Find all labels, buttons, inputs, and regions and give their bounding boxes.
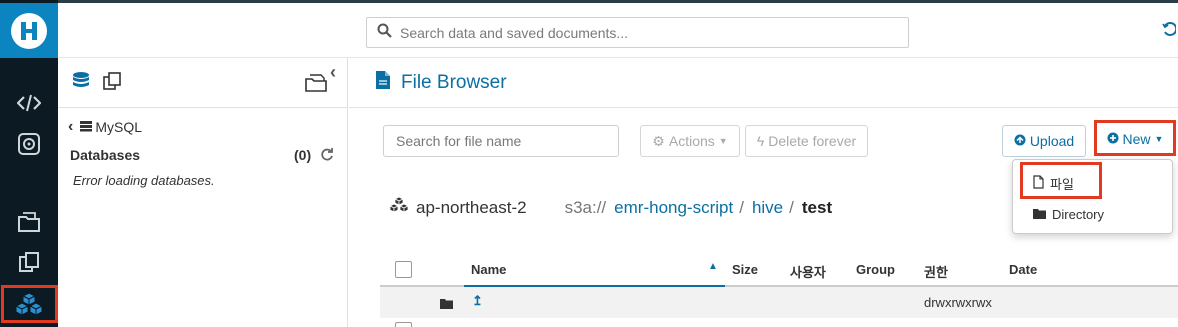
databases-error-text: Error loading databases.: [73, 173, 215, 188]
row-permissions: drwxrwxrwx: [924, 295, 992, 310]
collapse-panel-icon[interactable]: ‹: [330, 62, 336, 83]
caret-down-icon: ▼: [718, 136, 728, 146]
hue-logo[interactable]: [0, 3, 58, 58]
server-icon: [79, 119, 93, 135]
upload-button[interactable]: Upload: [1002, 125, 1086, 157]
refresh-icon[interactable]: [320, 147, 334, 166]
column-header-group[interactable]: Group: [856, 262, 895, 277]
select-all-checkbox[interactable]: [395, 261, 412, 278]
chevron-left-icon: ‹: [68, 118, 74, 135]
new-button-highlight: [1094, 120, 1176, 156]
file-icon: [375, 70, 391, 95]
bucket-cubes-icon: [388, 196, 410, 219]
delete-forever-button[interactable]: ϟ Delete forever: [745, 125, 868, 157]
global-search[interactable]: [366, 17, 909, 48]
column-header-name[interactable]: Name: [471, 262, 506, 277]
folder-open-icon[interactable]: [304, 71, 328, 98]
actions-button[interactable]: ⚙ Actions ▼: [640, 125, 740, 157]
page-title: File Browser: [401, 71, 507, 93]
scheme-label: s3a://: [564, 197, 607, 217]
databases-count: (0): [294, 147, 312, 163]
top-header: [58, 3, 1178, 58]
bolt-icon: ϟ: [756, 133, 765, 149]
folder-icon: [1033, 207, 1046, 222]
new-directory-label: Directory: [1052, 206, 1105, 222]
divider: [349, 107, 1178, 108]
assist-panel: [58, 58, 348, 327]
breadcrumb-item[interactable]: emr-hong-script: [614, 198, 733, 218]
database-icon[interactable]: [72, 71, 90, 96]
nav-highlight-box: [1, 285, 58, 323]
upload-circle-icon: [1014, 133, 1026, 149]
documents-tab-icon[interactable]: [102, 71, 122, 96]
folder-icon: [440, 296, 453, 314]
breadcrumb-item[interactable]: hive: [752, 198, 783, 218]
gear-icon: ⚙: [652, 132, 665, 149]
assist-tabs: [58, 58, 348, 108]
actions-label: Actions: [668, 133, 715, 149]
new-directory-menu-item[interactable]: Directory: [1013, 200, 1174, 228]
breadcrumb-separator: /: [789, 197, 794, 217]
left-navigation: [0, 0, 58, 327]
column-header-size[interactable]: Size: [732, 262, 758, 277]
editor-icon[interactable]: [0, 86, 58, 120]
file-item-highlight: [1020, 162, 1102, 199]
search-input[interactable]: [400, 24, 880, 41]
history-icon[interactable]: [1162, 21, 1178, 42]
breadcrumb: ap-northeast-2 s3a:// emr-hong-script / …: [388, 196, 832, 219]
page-header: File Browser: [375, 70, 507, 95]
table-row[interactable]: ↥ drwxrwxrwx: [380, 287, 1178, 318]
breadcrumb-current: test: [801, 197, 833, 217]
breadcrumb-separator: /: [739, 197, 744, 217]
column-header-permissions[interactable]: 권한: [924, 262, 948, 281]
logo-icon: [11, 12, 47, 49]
sort-asc-icon[interactable]: ▲: [708, 261, 718, 272]
databases-heading: Databases: [70, 147, 141, 163]
parent-directory-icon[interactable]: ↥: [472, 293, 483, 309]
delete-label: Delete forever: [768, 133, 857, 149]
file-search-input[interactable]: [383, 125, 619, 157]
region-label: ap-northeast-2: [416, 197, 527, 217]
jobs-icon[interactable]: [0, 127, 58, 161]
database-source-label: MySQL: [95, 119, 143, 135]
column-header-date[interactable]: Date: [1009, 262, 1037, 277]
database-back[interactable]: ‹ MySQL: [68, 118, 142, 136]
search-icon: [377, 23, 392, 43]
file-table-header: Name ▲ Size 사용자 Group 권한 Date: [380, 253, 1178, 287]
upload-label: Upload: [1029, 133, 1075, 149]
row-checkbox[interactable]: [395, 322, 412, 327]
documents-icon[interactable]: [0, 205, 58, 239]
copy-icon[interactable]: [0, 245, 58, 279]
column-header-user[interactable]: 사용자: [790, 262, 826, 281]
